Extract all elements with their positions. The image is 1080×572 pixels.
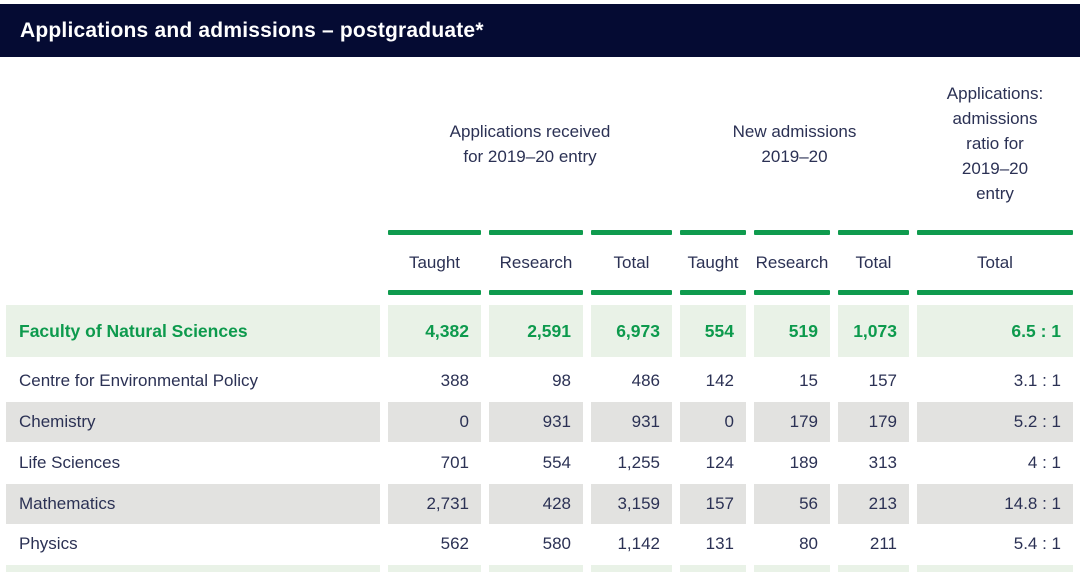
cell-value: 554: [680, 305, 746, 357]
table-row: Faculty of Natural Sciences4,3822,5916,9…: [0, 305, 1080, 357]
cell-value: 519: [754, 305, 830, 357]
clipped-next-row: [0, 565, 1080, 572]
column-subheader: Research: [754, 253, 830, 273]
group-header-new-admissions: New admissions 2019–20: [680, 119, 909, 169]
cell-value: 5.4 : 1: [917, 525, 1073, 563]
cell-value: 0: [388, 402, 481, 442]
clipped-cell: [6, 565, 380, 572]
cell-value: 1,142: [591, 525, 672, 563]
cell-value: 931: [591, 402, 672, 442]
column-subheader: Taught: [680, 253, 746, 273]
cell-value: 5.2 : 1: [917, 402, 1073, 442]
green-rule-segment: [591, 290, 672, 295]
cell-value: 1,255: [591, 443, 672, 483]
clipped-cell: [754, 565, 830, 572]
clipped-cell: [917, 565, 1073, 572]
cell-value: 3,159: [591, 484, 672, 524]
cell-value: 4 : 1: [917, 443, 1073, 483]
cell-value: 931: [489, 402, 583, 442]
column-subheader: Research: [489, 253, 583, 273]
green-rule-segment: [680, 230, 746, 235]
cell-value: 189: [754, 443, 830, 483]
green-rule-segment: [388, 290, 481, 295]
green-rule-segment: [917, 290, 1073, 295]
column-subheader: Taught: [388, 253, 481, 273]
report-page: Applications and admissions – postgradua…: [0, 0, 1080, 572]
row-label: Chemistry: [6, 402, 380, 442]
clipped-cell: [489, 565, 583, 572]
admissions-table: Applications received for 2019–20 entry …: [0, 57, 1080, 572]
cell-value: 157: [680, 484, 746, 524]
green-rule-segment: [489, 290, 583, 295]
green-rule-bottom: [0, 290, 1080, 295]
cell-value: 554: [489, 443, 583, 483]
cell-value: 131: [680, 525, 746, 563]
row-label: Mathematics: [6, 484, 380, 524]
row-label: Faculty of Natural Sciences: [6, 305, 380, 357]
cell-value: 388: [388, 361, 481, 401]
cell-value: 1,073: [838, 305, 909, 357]
group-header-row: Applications received for 2019–20 entry …: [0, 57, 1080, 230]
row-label: Centre for Environmental Policy: [6, 361, 380, 401]
cell-value: 6,973: [591, 305, 672, 357]
clipped-cell: [591, 565, 672, 572]
green-rule-segment: [754, 230, 830, 235]
subheader-row: Taught Research Total Taught Research Total To…: [0, 235, 1080, 290]
table-row: Centre for Environmental Policy388984861…: [0, 361, 1080, 401]
title-bar: Applications and admissions – postgradua…: [0, 4, 1080, 57]
group-header-applications-received: Applications received for 2019–20 entry: [388, 119, 672, 169]
clipped-cell: [680, 565, 746, 572]
green-rule-segment: [838, 290, 909, 295]
cell-value: 98: [489, 361, 583, 401]
cell-value: 2,731: [388, 484, 481, 524]
green-rule-segment: [754, 290, 830, 295]
cell-value: 124: [680, 443, 746, 483]
cell-value: 157: [838, 361, 909, 401]
cell-value: 80: [754, 525, 830, 563]
green-rule-segment: [591, 230, 672, 235]
cell-value: 2,591: [489, 305, 583, 357]
cell-value: 313: [838, 443, 909, 483]
cell-value: 486: [591, 361, 672, 401]
row-label: Physics: [6, 525, 380, 563]
cell-value: 14.8 : 1: [917, 484, 1073, 524]
cell-value: 701: [388, 443, 481, 483]
group-header-ratio: Applications: admissions ratio for 2019–…: [917, 81, 1073, 206]
page-title: Applications and admissions – postgradua…: [20, 19, 484, 43]
cell-value: 562: [388, 525, 481, 563]
cell-value: 580: [489, 525, 583, 563]
table-row: Chemistry093193101791795.2 : 1: [0, 402, 1080, 442]
cell-value: 3.1 : 1: [917, 361, 1073, 401]
row-label: Life Sciences: [6, 443, 380, 483]
cell-value: 428: [489, 484, 583, 524]
cell-value: 6.5 : 1: [917, 305, 1073, 357]
cell-value: 0: [680, 402, 746, 442]
green-rule-segment: [680, 290, 746, 295]
column-subheader: Total: [838, 253, 909, 273]
cell-value: 4,382: [388, 305, 481, 357]
cell-value: 179: [754, 402, 830, 442]
column-subheader: Total: [591, 253, 672, 273]
table-body: Faculty of Natural Sciences4,3822,5916,9…: [0, 305, 1080, 563]
table-row: Life Sciences7015541,2551241893134 : 1: [0, 443, 1080, 483]
column-subheader: Total: [917, 253, 1073, 273]
green-rule-segment: [489, 230, 583, 235]
table-row: Mathematics2,7314283,1591575621314.8 : 1: [0, 484, 1080, 524]
clipped-cell: [388, 565, 481, 572]
table-row: Physics5625801,142131802115.4 : 1: [0, 525, 1080, 563]
green-rule-segment: [917, 230, 1073, 235]
green-rule-segment: [388, 230, 481, 235]
cell-value: 15: [754, 361, 830, 401]
cell-value: 179: [838, 402, 909, 442]
cell-value: 213: [838, 484, 909, 524]
clipped-cell: [838, 565, 909, 572]
green-rule-segment: [838, 230, 909, 235]
cell-value: 142: [680, 361, 746, 401]
cell-value: 211: [838, 525, 909, 563]
cell-value: 56: [754, 484, 830, 524]
